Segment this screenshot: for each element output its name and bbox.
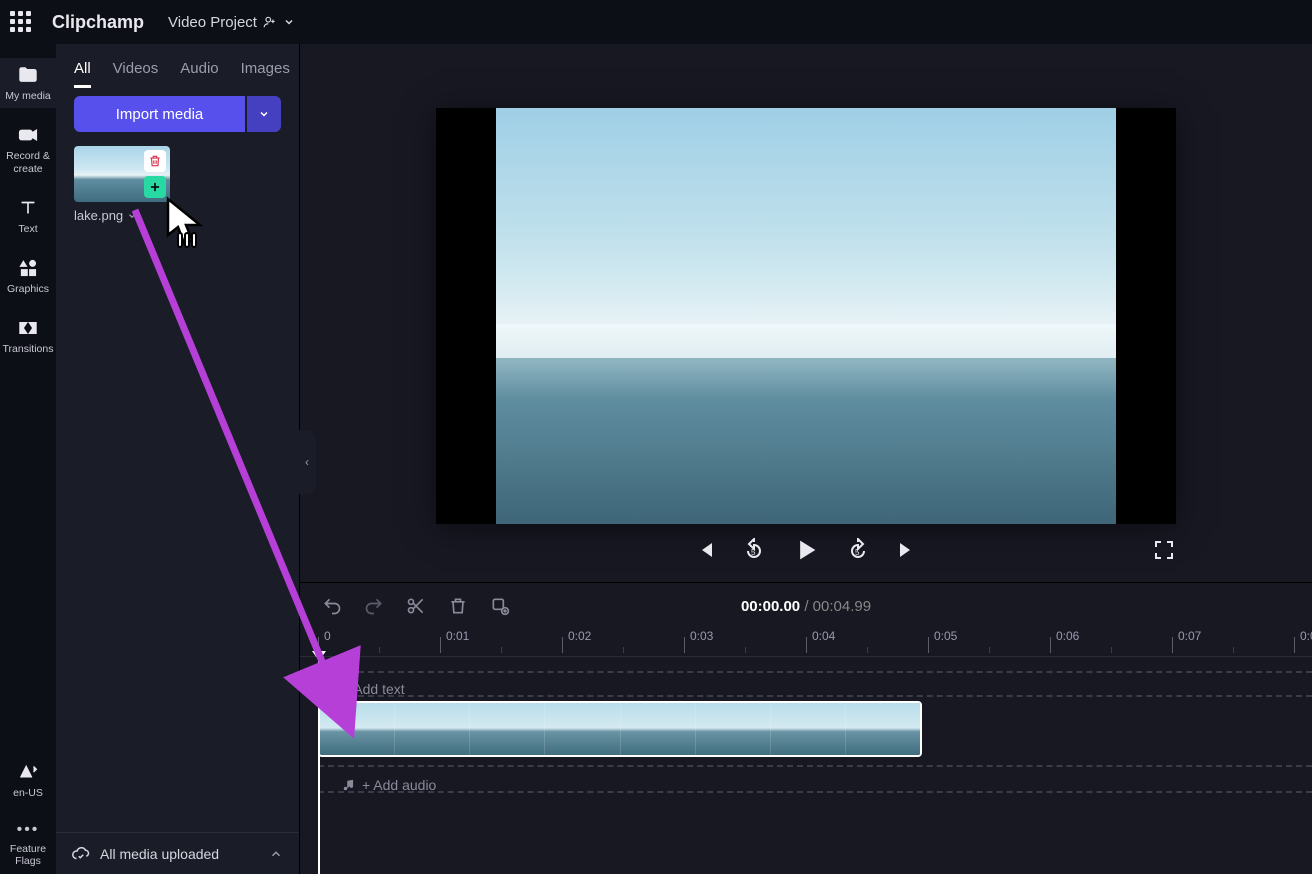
trash-icon [148, 154, 162, 168]
sidebar-rail: My media Record & create Text Graphics T… [0, 44, 56, 874]
rail-locale-label: en-US [13, 787, 43, 799]
add-to-timeline-button[interactable] [144, 176, 166, 198]
media-thumbnail-label: lake.png [74, 208, 170, 223]
ruler-tick: 0:07 [1178, 629, 1201, 643]
rail-flags-label: Feature Flags [0, 843, 56, 868]
app-name: Clipchamp [52, 12, 144, 33]
playhead[interactable] [318, 657, 320, 874]
rail-more[interactable]: ••• Feature Flags [0, 815, 56, 874]
chevron-up-icon [269, 847, 283, 861]
redo-button[interactable] [364, 596, 384, 616]
collapse-panel-button[interactable]: ‹ [298, 430, 316, 494]
main-area: 5 5 00:00.00 / 00:04.99 00:010:020:030: [300, 44, 1312, 874]
media-tabs: All Videos Audio Images [56, 44, 299, 96]
current-time: 00:00.00 [741, 598, 800, 615]
rail-text[interactable]: Text [0, 191, 56, 241]
add-text-label: + Add text [342, 681, 405, 697]
ruler-tick: 0 [324, 629, 331, 643]
media-panel-footer[interactable]: All media uploaded [56, 832, 299, 874]
add-text-track[interactable]: + Add text [342, 681, 405, 697]
rail-my-media-label: My media [5, 90, 51, 102]
split-button[interactable] [406, 596, 426, 616]
chevron-down-icon [258, 108, 270, 120]
timeline-ruler[interactable]: 0 0:01 0:02 0:03 0:04 0:05 0:06 0:07 0:08 [300, 629, 1312, 657]
duplicate-button[interactable] [490, 596, 510, 616]
svg-text:5: 5 [855, 548, 860, 557]
rail-record-create[interactable]: Record & create [0, 118, 56, 181]
timeline-tracks[interactable]: + Add text + Add audio [300, 657, 1312, 874]
ruler-tick: 0:04 [812, 629, 835, 643]
rail-graphics[interactable]: Graphics [0, 251, 56, 301]
media-thumbnail-image[interactable] [74, 146, 170, 202]
rail-transitions-label: Transitions [3, 343, 54, 355]
duration-time: 00:04.99 [813, 598, 871, 615]
svg-text:5: 5 [751, 548, 756, 557]
add-audio-track[interactable]: + Add audio [342, 777, 436, 793]
ruler-tick: 0:03 [690, 629, 713, 643]
ruler-tick: 0:06 [1056, 629, 1079, 643]
fullscreen-button[interactable] [1152, 538, 1176, 562]
skip-start-button[interactable] [692, 538, 716, 562]
cloud-check-icon [72, 845, 90, 863]
tab-audio[interactable]: Audio [180, 60, 218, 88]
forward-5-button[interactable]: 5 [846, 538, 870, 562]
add-audio-label: + Add audio [362, 777, 436, 793]
chevron-down-icon [127, 211, 137, 221]
project-name[interactable]: Video Project [168, 14, 295, 31]
ruler-tick: 0:08 [1300, 629, 1312, 643]
tab-videos[interactable]: Videos [113, 60, 159, 88]
media-filename: lake.png [74, 208, 123, 223]
media-panel: All Videos Audio Images Import media [56, 44, 300, 874]
project-name-label: Video Project [168, 14, 257, 31]
delete-media-button[interactable] [144, 150, 166, 172]
rail-transitions[interactable]: Transitions [0, 311, 56, 361]
rewind-5-button[interactable]: 5 [742, 538, 766, 562]
preview-area: 5 5 [300, 44, 1312, 582]
delete-button[interactable] [448, 596, 468, 616]
skip-end-button[interactable] [896, 538, 920, 562]
app-launcher-icon[interactable] [10, 11, 32, 33]
ruler-tick: 0:02 [568, 629, 591, 643]
rail-record-label: Record & create [0, 150, 56, 175]
rail-locale[interactable]: en-US [0, 755, 56, 805]
ruler-tick: 0:01 [446, 629, 469, 643]
play-button[interactable] [792, 536, 820, 564]
undo-button[interactable] [322, 596, 342, 616]
preview-frame [436, 108, 1176, 524]
more-icon: ••• [17, 821, 40, 839]
timeline-clip[interactable] [318, 701, 922, 757]
rail-graphics-label: Graphics [7, 283, 49, 295]
plus-icon [148, 180, 162, 194]
import-media-dropdown[interactable] [247, 96, 281, 132]
timeline-toolbar: 00:00.00 / 00:04.99 [300, 583, 1312, 629]
rail-text-label: Text [18, 223, 37, 235]
timeline-time: 00:00.00 / 00:04.99 [741, 598, 871, 615]
music-note-icon [342, 778, 356, 792]
import-media-button[interactable]: Import media [74, 96, 245, 132]
tab-all[interactable]: All [74, 60, 91, 88]
upload-status: All media uploaded [100, 846, 219, 862]
titlebar: Clipchamp Video Project [0, 0, 1312, 44]
share-icon [263, 15, 277, 29]
chevron-down-icon [283, 16, 295, 28]
preview-image[interactable] [496, 108, 1116, 524]
media-thumbnail[interactable]: lake.png [74, 146, 170, 223]
tab-images[interactable]: Images [241, 60, 290, 88]
timeline: 00:00.00 / 00:04.99 0 0:01 0:02 0:03 0:04 0:0… [300, 582, 1312, 874]
time-separator: / [800, 598, 813, 615]
play-controls: 5 5 [436, 536, 1176, 564]
ruler-tick: 0:05 [934, 629, 957, 643]
rail-my-media[interactable]: My media [0, 58, 56, 108]
